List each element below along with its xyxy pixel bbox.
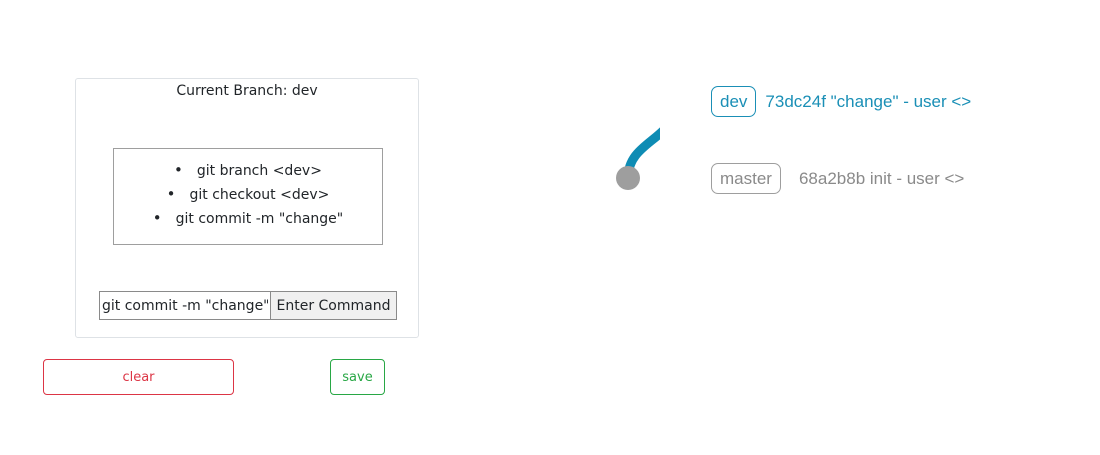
history-item: git checkout <dev> xyxy=(153,183,343,207)
command-row: Enter Command xyxy=(99,291,397,320)
current-branch-label: Current Branch: dev xyxy=(176,83,318,99)
clear-button[interactable]: clear xyxy=(43,359,234,395)
branch-tag-master[interactable]: master xyxy=(711,163,781,194)
commit-node-master[interactable] xyxy=(616,166,640,190)
command-history-list: git branch <dev> git checkout <dev> git … xyxy=(153,149,344,244)
branch-connector xyxy=(623,127,660,183)
save-button[interactable]: save xyxy=(330,359,385,395)
commit-graph xyxy=(616,127,660,190)
commit-message-master: 68a2b8b init - user <> xyxy=(798,168,965,188)
history-item: git branch <dev> xyxy=(153,159,343,183)
enter-command-button[interactable]: Enter Command xyxy=(271,291,397,320)
git-terminal-panel: Current Branch: dev git branch <dev> git… xyxy=(75,78,419,338)
commit-row-master: master 68a2b8b init - user <> xyxy=(711,163,964,194)
commit-row-dev: dev 73dc24f "change" - user <> xyxy=(711,86,971,117)
commit-message-dev: 73dc24f "change" - user <> xyxy=(765,91,972,111)
history-item: git commit -m "change" xyxy=(153,207,344,231)
command-input[interactable] xyxy=(99,291,271,320)
branch-tag-dev[interactable]: dev xyxy=(711,86,757,117)
command-history-box: git branch <dev> git checkout <dev> git … xyxy=(113,148,383,245)
